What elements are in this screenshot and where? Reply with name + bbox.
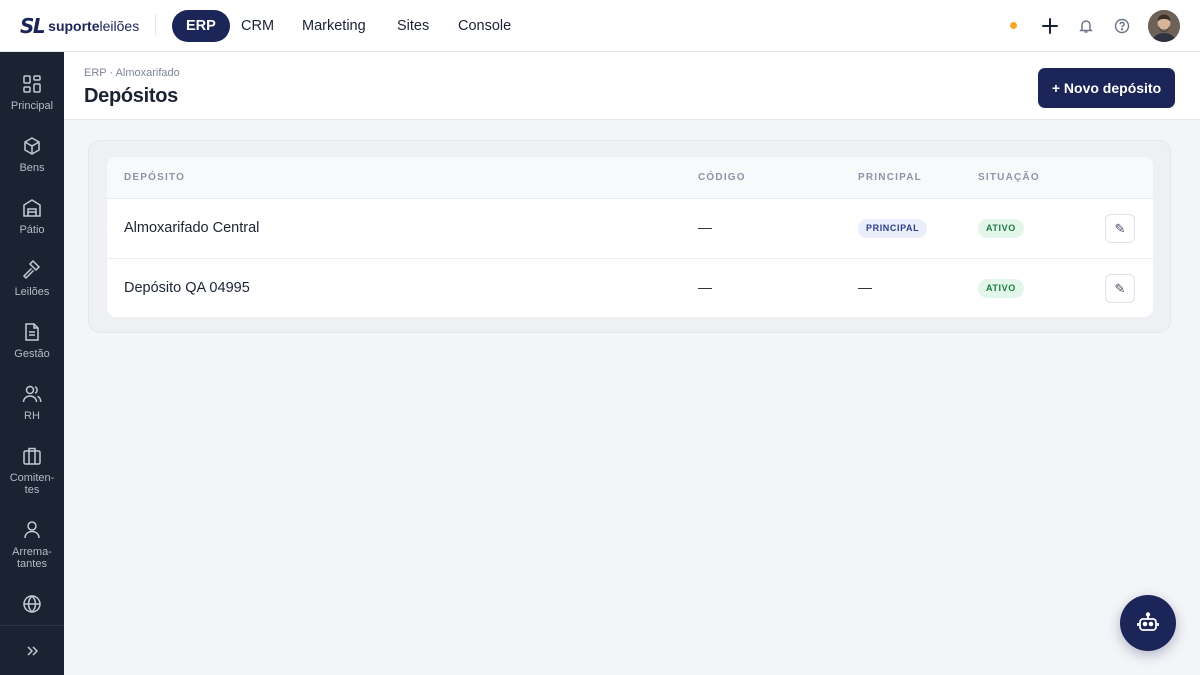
logo-name-light: leilões bbox=[99, 18, 140, 34]
sidebar-item-principal[interactable]: Principal bbox=[0, 74, 64, 112]
logo-name-bold: suporte bbox=[48, 18, 100, 34]
topbar-divider bbox=[155, 14, 156, 36]
tab-crm[interactable]: CRM bbox=[227, 10, 288, 42]
status-dot bbox=[1010, 22, 1017, 29]
status-badge: ATIVO bbox=[978, 219, 1024, 238]
sidebar-item-bens[interactable]: Bens bbox=[0, 136, 64, 174]
deposit-principal: — bbox=[858, 279, 872, 295]
sidebar: Principal Bens Pátio Leilões Gestão RH C… bbox=[0, 52, 64, 675]
tab-erp[interactable]: ERP bbox=[172, 10, 230, 42]
edit-button[interactable]: ✎ bbox=[1105, 274, 1135, 303]
sidebar-item-gestao[interactable]: Gestão bbox=[0, 322, 64, 360]
column-header-deposito[interactable]: DEPÓSITO bbox=[124, 172, 185, 183]
sidebar-item-label: Pátio bbox=[19, 224, 45, 236]
sidebar-item-label: Principal bbox=[10, 100, 54, 112]
box-icon bbox=[24, 137, 40, 155]
user-avatar[interactable] bbox=[1148, 10, 1180, 42]
table-row[interactable]: Almoxarifado Central — PRINCIPAL ATIVO ✎ bbox=[107, 199, 1153, 258]
table-header: DEPÓSITO CÓDIGO PRINCIPAL SITUAÇÃO bbox=[107, 157, 1153, 199]
sidebar-item-label: Bens bbox=[19, 162, 45, 174]
briefcase-icon bbox=[23, 447, 41, 465]
deposit-code: — bbox=[698, 219, 712, 235]
sidebar-item-rh[interactable]: RH bbox=[0, 384, 64, 422]
column-header-codigo[interactable]: CÓDIGO bbox=[698, 172, 746, 183]
deposit-name: Depósito QA 04995 bbox=[124, 280, 250, 296]
sidebar-item-patio[interactable]: Pátio bbox=[0, 198, 64, 236]
sidebar-item-comitentes[interactable]: Comiten- tes bbox=[0, 446, 64, 496]
chevrons-right-icon bbox=[27, 645, 39, 656]
sidebar-item-label: Comiten- tes bbox=[9, 472, 55, 496]
help-icon[interactable] bbox=[1112, 16, 1132, 36]
principal-badge: PRINCIPAL bbox=[858, 219, 928, 238]
brand-logo[interactable]: SL suporte leilões bbox=[20, 13, 139, 39]
tab-marketing[interactable]: Marketing bbox=[288, 10, 380, 42]
grid-icon bbox=[23, 75, 41, 93]
bell-icon[interactable] bbox=[1076, 16, 1096, 36]
deposits-table: DEPÓSITO CÓDIGO PRINCIPAL SITUAÇÃO Almox… bbox=[107, 157, 1153, 317]
sidebar-collapse-button[interactable] bbox=[0, 625, 64, 675]
tab-sites[interactable]: Sites bbox=[383, 10, 443, 42]
sidebar-item-label: Gestão bbox=[14, 348, 50, 360]
gavel-icon bbox=[22, 260, 41, 280]
robot-icon bbox=[1137, 612, 1159, 631]
deposit-name: Almoxarifado Central bbox=[124, 220, 260, 236]
sidebar-item-label: RH bbox=[24, 410, 40, 422]
breadcrumb[interactable]: ERP · Almoxarifado bbox=[84, 67, 180, 79]
plus-icon[interactable] bbox=[1040, 16, 1060, 36]
column-header-situacao[interactable]: SITUAÇÃO bbox=[978, 172, 1040, 183]
warehouse-icon bbox=[23, 199, 41, 217]
table-row[interactable]: Depósito QA 04995 — — ATIVO ✎ bbox=[107, 258, 1153, 317]
deposit-code: — bbox=[698, 279, 712, 295]
logo-mark: SL bbox=[20, 14, 46, 38]
status-badge: ATIVO bbox=[978, 279, 1024, 298]
edit-button[interactable]: ✎ bbox=[1105, 214, 1135, 243]
pencil-icon: ✎ bbox=[1114, 280, 1126, 296]
sidebar-item-label: Arrema- tantes bbox=[12, 546, 52, 570]
assistant-bot-button[interactable] bbox=[1120, 595, 1176, 651]
tab-console[interactable]: Console bbox=[444, 10, 525, 42]
user-icon bbox=[24, 521, 40, 539]
new-deposit-button[interactable]: + Novo depósito bbox=[1038, 68, 1175, 108]
document-icon bbox=[25, 323, 39, 341]
page-title: Depósitos bbox=[84, 85, 178, 107]
pencil-icon: ✎ bbox=[1114, 220, 1126, 236]
sidebar-item-sites[interactable] bbox=[0, 594, 64, 620]
users-icon bbox=[22, 385, 42, 403]
sidebar-item-label: Leilões bbox=[14, 286, 50, 298]
sidebar-item-arrematantes[interactable]: Arrema- tantes bbox=[0, 520, 64, 570]
sidebar-item-leiloes[interactable]: Leilões bbox=[0, 260, 64, 298]
globe-icon bbox=[23, 594, 41, 614]
page-header: ERP · Almoxarifado Depósitos + Novo depó… bbox=[64, 52, 1200, 120]
column-header-principal[interactable]: PRINCIPAL bbox=[858, 172, 922, 183]
top-bar: SL suporte leilões ERP CRM Marketing Sit… bbox=[0, 0, 1200, 52]
deposits-card: DEPÓSITO CÓDIGO PRINCIPAL SITUAÇÃO Almox… bbox=[88, 140, 1171, 333]
